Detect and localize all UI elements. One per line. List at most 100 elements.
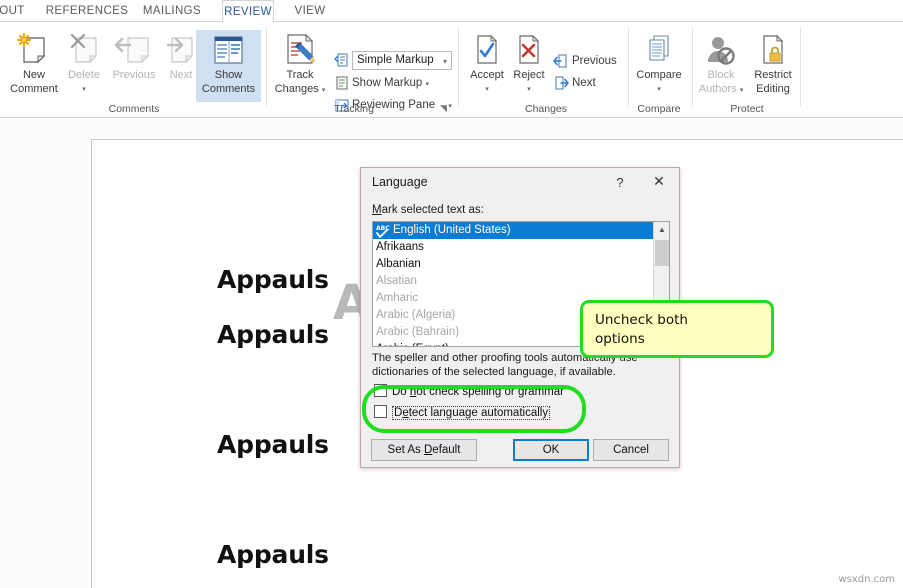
accept-button[interactable]: Accept ▾ <box>466 32 508 96</box>
group-label-compare: Compare <box>637 103 681 115</box>
site-watermark: wsxdn.com <box>838 574 895 585</box>
compare-caret-icon[interactable]: ▾ <box>632 82 686 96</box>
cancel-button[interactable]: Cancel <box>593 439 669 461</box>
list-item-language[interactable]: Alsatian <box>373 273 654 290</box>
new-comment-button[interactable]: New Comment <box>6 32 62 96</box>
reject-caret-icon[interactable]: ▾ <box>508 82 550 96</box>
tab-review[interactable]: REVIEW <box>222 0 274 23</box>
group-separator-3 <box>628 28 629 106</box>
list-item-language-label: Arabic (Egypt) <box>376 343 449 346</box>
compare-button[interactable]: Compare ▾ <box>632 32 686 96</box>
document-line-2: Appauls <box>217 320 329 349</box>
checkbox1-label-pre: Do <box>392 386 410 398</box>
markup-display-value: Simple Markup <box>357 54 434 66</box>
list-item-language-label: English (United States) <box>393 224 511 236</box>
dialog-title-text: Language <box>372 175 428 189</box>
block-authors-icon <box>696 32 746 68</box>
document-line-4: Appauls <box>217 540 329 569</box>
markup-display-icon <box>334 52 350 73</box>
previous-comment-label: Previous <box>112 69 156 81</box>
checkbox1-label-post: ot check spelling or grammar <box>416 386 564 398</box>
set-as-default-label-pre: Set As <box>387 444 424 456</box>
callout-uncheck-both-options: Uncheck both options <box>580 300 774 358</box>
list-item-language-label: Amharic <box>376 292 419 304</box>
tab-view[interactable]: VIEW <box>286 0 334 22</box>
tab-layout-label: OUT <box>0 5 25 17</box>
tab-review-label: REVIEW <box>224 6 272 18</box>
list-item-language-label: Arabic (Algeria) <box>376 309 456 321</box>
show-comments-label-line1: Show <box>214 69 243 81</box>
show-markup-icon <box>334 75 350 96</box>
delete-comment-button[interactable]: Delete ▾ <box>62 32 106 96</box>
scroll-up-arrow-icon[interactable]: ▲ <box>654 222 669 238</box>
list-item-language-label: Albanian <box>376 258 421 270</box>
word-review-ribbon-screenshot: OUT REFERENCES MAILINGS REVIEW VIEW New … <box>0 0 903 588</box>
previous-change-button[interactable]: Previous <box>572 53 617 69</box>
detect-language-checkbox-row[interactable]: Detect language automatically <box>374 405 551 420</box>
list-item-language[interactable]: Afrikaans <box>373 239 654 256</box>
block-authors-button[interactable]: Block Authors ▾ <box>696 32 746 97</box>
svg-text:ABC: ABC <box>376 225 390 232</box>
reject-icon <box>508 32 550 68</box>
tab-mailings[interactable]: MAILINGS <box>134 0 210 22</box>
tracking-dialog-launcher[interactable]: ◥ <box>440 103 447 114</box>
scrollbar-thumb[interactable] <box>655 240 669 266</box>
new-comment-icon <box>6 32 62 68</box>
track-changes-button[interactable]: Track Changes ▾ <box>274 32 326 97</box>
list-item-language-label: Afrikaans <box>376 241 424 253</box>
dialog-title-bar: Language ? ✕ <box>361 168 679 198</box>
block-authors-label-line2: Authors <box>698 83 737 95</box>
track-changes-caret-icon[interactable]: ▾ <box>322 87 326 94</box>
help-icon[interactable]: ? <box>610 173 630 193</box>
tab-layout[interactable]: OUT <box>0 0 42 22</box>
accept-caret-icon[interactable]: ▾ <box>466 82 508 96</box>
new-comment-label-line2: Comment <box>10 83 58 95</box>
compare-label: Compare <box>636 69 682 81</box>
next-change-button[interactable]: Next <box>572 75 596 91</box>
list-item-language-label: Arabic (Bahrain) <box>376 326 460 338</box>
mark-selected-text-label-rest: ark selected text as: <box>381 204 484 216</box>
show-comments-button[interactable]: Show Comments <box>196 30 261 102</box>
track-changes-label-line1: Track <box>286 69 314 81</box>
delete-comment-icon <box>62 32 106 68</box>
tab-view-label: VIEW <box>294 5 326 17</box>
reviewing-pane-caret-icon[interactable]: ▾ <box>448 103 452 110</box>
restrict-editing-label-line1: Restrict <box>754 69 792 81</box>
previous-change-label: Previous <box>572 55 617 67</box>
list-item-language[interactable]: Albanian <box>373 256 654 273</box>
markup-display-combo[interactable]: Simple Markup ▾ <box>352 51 452 70</box>
chevron-down-icon[interactable]: ▾ <box>443 52 447 71</box>
document-line-3: Appauls <box>217 430 329 459</box>
delete-comment-caret-icon[interactable]: ▾ <box>62 82 106 96</box>
callout-line-1: Uncheck both <box>595 312 688 328</box>
restrict-editing-button[interactable]: Restrict Editing <box>748 32 798 96</box>
group-label-tracking: Tracking <box>334 103 374 115</box>
spellcheck-abc-icon: ABC <box>375 223 391 238</box>
show-comments-label-line2: Comments <box>201 83 256 95</box>
track-changes-icon <box>274 32 326 68</box>
do-not-check-spelling-checkbox[interactable] <box>374 384 387 397</box>
do-not-check-spelling-checkbox-row[interactable]: Do not check spelling or grammar <box>374 384 564 398</box>
block-authors-caret-icon[interactable]: ▾ <box>740 87 744 94</box>
callout-text: Uncheck both options <box>595 311 688 349</box>
detect-language-checkbox[interactable] <box>374 405 387 418</box>
previous-comment-button[interactable]: Previous <box>106 32 162 82</box>
accept-label: Accept <box>470 69 504 81</box>
ribbon-body: New Comment Delete ▾ Previous Next Show … <box>0 22 903 118</box>
show-markup-caret-icon[interactable]: ▾ <box>426 81 430 88</box>
reject-button[interactable]: Reject ▾ <box>508 32 550 96</box>
group-separator-1 <box>266 28 267 106</box>
close-icon[interactable]: ✕ <box>647 173 671 193</box>
show-markup-label: Show Markup <box>352 77 423 89</box>
compare-icon <box>632 32 686 68</box>
list-item-language-selected[interactable]: ABC English (United States) <box>373 222 654 239</box>
group-separator-2 <box>458 28 459 106</box>
next-change-label: Next <box>572 77 596 89</box>
tab-references[interactable]: REFERENCES <box>44 0 130 22</box>
tab-mailings-label: MAILINGS <box>142 5 202 17</box>
tab-references-label: REFERENCES <box>45 5 129 17</box>
show-markup-button[interactable]: Show Markup ▾ <box>352 75 429 93</box>
ok-button[interactable]: OK <box>513 439 589 461</box>
set-as-default-button[interactable]: Set As Default <box>371 439 477 461</box>
ribbon-tab-bar: OUT REFERENCES MAILINGS REVIEW VIEW <box>0 0 903 23</box>
